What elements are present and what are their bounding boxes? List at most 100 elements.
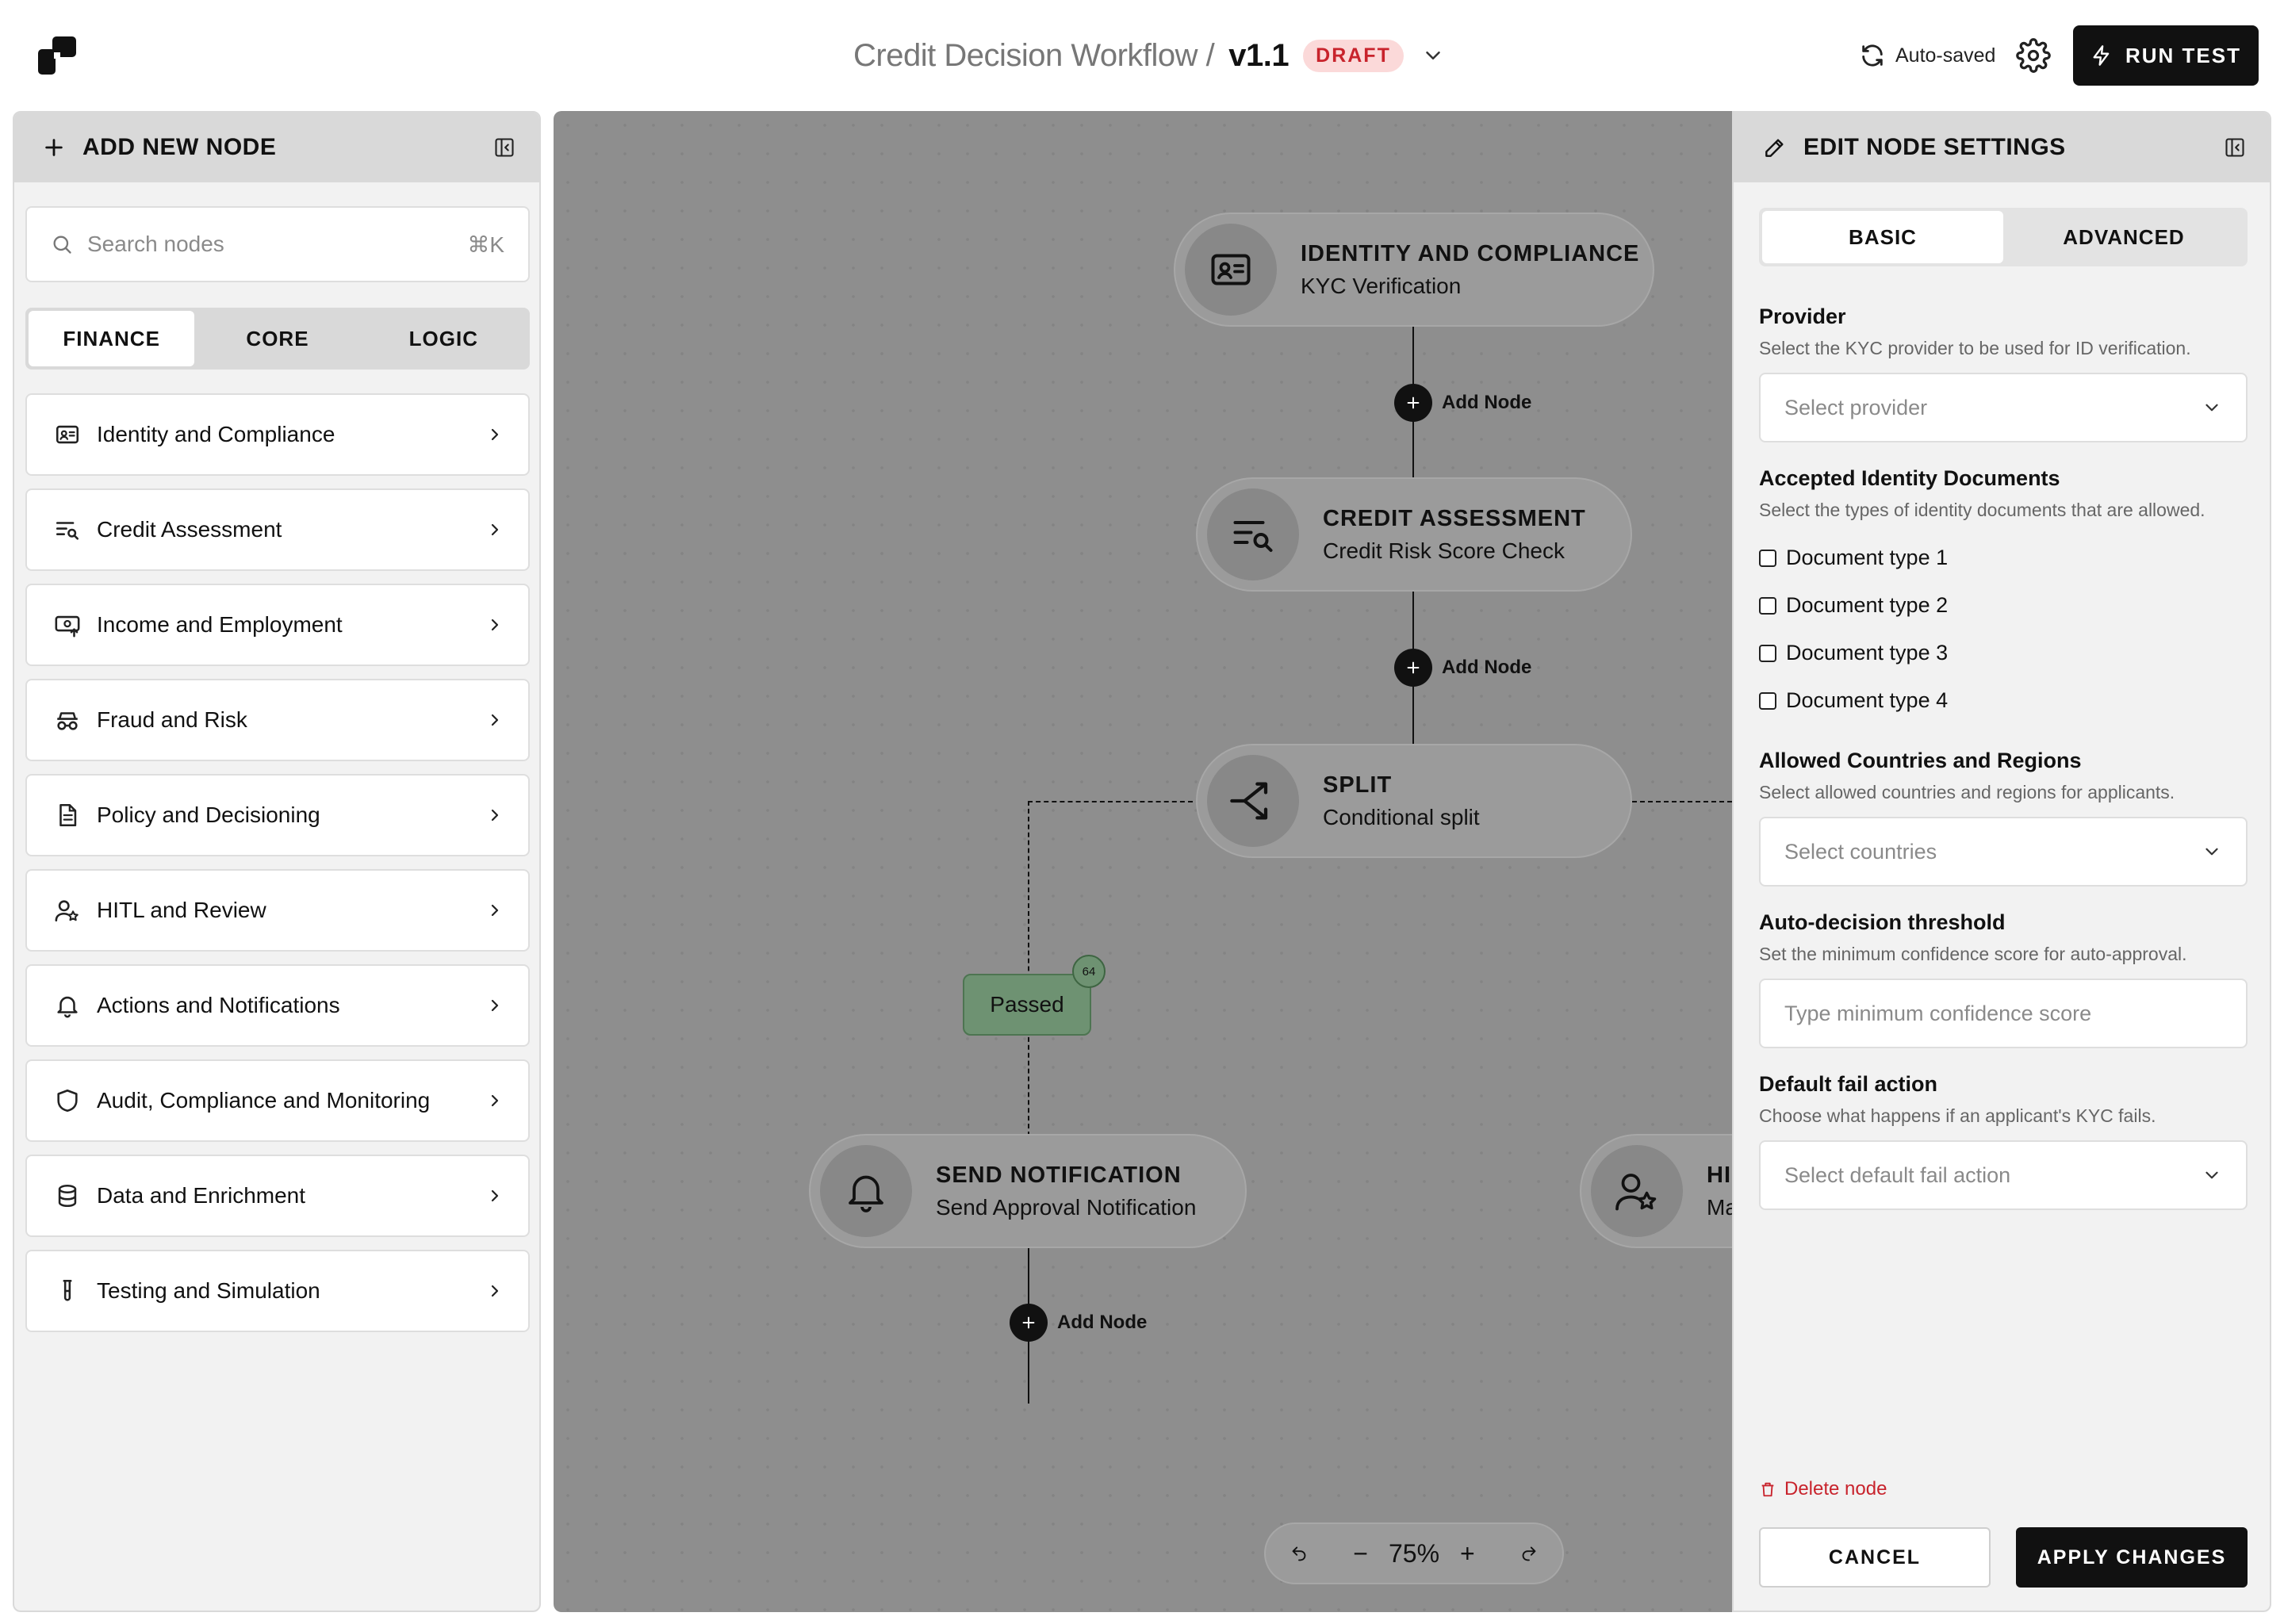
node-icon-badge: [820, 1145, 912, 1237]
search-icon: [53, 236, 71, 254]
run-test-label: RUN TEST: [2125, 43, 2241, 67]
chevron-right-icon: [491, 714, 499, 726]
test-tube-icon: [63, 1279, 72, 1301]
edit-node-header: EDIT NODE SETTINGS: [1734, 113, 2270, 182]
category-data-and-enrichment[interactable]: Data and Enrichment: [25, 1155, 530, 1237]
flow-node-credit[interactable]: CREDIT ASSESSMENT Credit Risk Score Chec…: [1196, 477, 1632, 592]
documents-label: Accepted Identity Documents: [1759, 466, 2060, 490]
chevron-down-icon: [2205, 1171, 2218, 1179]
chevron-right-icon: [491, 523, 499, 536]
pencil-icon: [1765, 139, 1784, 157]
zoom-controls: − 75% +: [1264, 1522, 1564, 1584]
node-subtitle: Send Approval Notification: [936, 1194, 1197, 1220]
category-tabs: FINANCE CORE LOGIC: [25, 308, 530, 370]
document-option[interactable]: Document type 4: [1759, 688, 1948, 713]
app-logo[interactable]: [36, 35, 78, 76]
document-option[interactable]: Document type 1: [1759, 546, 1948, 570]
flow-node-notification[interactable]: SEND NOTIFICATION Send Approval Notifica…: [809, 1134, 1247, 1248]
add-node-button[interactable]: Add Node: [1394, 649, 1531, 687]
category-testing-and-simulation[interactable]: Testing and Simulation: [25, 1250, 530, 1332]
search-placeholder: Search nodes: [87, 232, 224, 256]
provider-label: Provider: [1759, 304, 1846, 328]
search-input[interactable]: Search nodes ⌘K: [25, 206, 530, 282]
checkbox[interactable]: [1759, 596, 1776, 615]
document-option[interactable]: Document type 2: [1759, 593, 1948, 618]
provider-help: Select the KYC provider to be used for I…: [1759, 338, 2191, 358]
checkbox-label: Document type 4: [1786, 688, 1949, 712]
provider-placeholder: Select provider: [1784, 395, 1928, 419]
flow-node-hitl[interactable]: HI Ma: [1580, 1134, 1732, 1248]
category-hitl-and-review[interactable]: HITL and Review: [25, 869, 530, 952]
provider-select[interactable]: Select provider: [1759, 373, 2248, 442]
autosave-label: Auto-saved: [1895, 44, 1996, 67]
bell-icon: [57, 996, 78, 1018]
refresh-icon: [1862, 44, 1883, 67]
tab-basic[interactable]: BASIC: [1762, 211, 2003, 263]
checkbox-label: Document type 1: [1786, 546, 1949, 569]
workflow-title[interactable]: Credit Decision Workflow / v1.1 DRAFT: [853, 35, 1445, 76]
chevron-right-icon: [491, 999, 499, 1012]
category-income-and-employment[interactable]: Income and Employment: [25, 584, 530, 666]
collapse-panel-icon[interactable]: [493, 136, 515, 159]
chevron-right-icon: [491, 1094, 499, 1107]
apply-changes-button[interactable]: APPLY CHANGES: [2016, 1527, 2248, 1588]
category-actions-and-notifications[interactable]: Actions and Notifications: [25, 964, 530, 1047]
fail-action-help: Choose what happens if an applicant's KY…: [1759, 1105, 2156, 1126]
zoom-in-button[interactable]: +: [1460, 1541, 1475, 1566]
node-subtitle: KYC Verification: [1301, 273, 1462, 298]
category-label: Credit Assessment: [97, 517, 282, 542]
chevron-down-icon: [2205, 404, 2218, 412]
category-policy-and-decisioning[interactable]: Policy and Decisioning: [25, 774, 530, 856]
trash-icon: [1761, 1482, 1774, 1497]
document-option[interactable]: Document type 3: [1759, 641, 1948, 665]
branch-line-right: [1632, 801, 1732, 802]
undo-icon[interactable]: [1288, 1542, 1310, 1565]
category-credit-assessment[interactable]: Credit Assessment: [25, 488, 530, 571]
countries-help: Select allowed countries and regions for…: [1759, 782, 2175, 802]
threshold-input[interactable]: Type minimum confidence score: [1759, 979, 2248, 1048]
node-title: SPLIT: [1323, 772, 1393, 798]
redo-icon[interactable]: [1518, 1542, 1540, 1565]
flow-node-split[interactable]: SPLIT Conditional split: [1196, 744, 1632, 858]
spy-icon: [57, 712, 78, 730]
chevron-down-icon: [2205, 848, 2218, 856]
flow-node-identity[interactable]: IDENTITY AND COMPLIANCE KYC Verification: [1174, 213, 1654, 327]
workflow-canvas[interactable]: IDENTITY AND COMPLIANCE KYC Verification…: [554, 111, 1732, 1612]
node-icon-badge: [1207, 488, 1299, 580]
category-fraud-and-risk[interactable]: Fraud and Risk: [25, 679, 530, 761]
zoom-out-button[interactable]: −: [1353, 1541, 1368, 1566]
node-icon-badge: [1185, 224, 1277, 316]
add-node-button[interactable]: Add Node: [1394, 384, 1531, 422]
chevron-right-icon: [491, 1285, 499, 1297]
add-node-label: Add Node: [1442, 392, 1532, 413]
list-search-icon: [56, 522, 79, 540]
checkbox[interactable]: [1759, 549, 1776, 567]
fail-action-select[interactable]: Select default fail action: [1759, 1140, 2248, 1210]
tab-advanced[interactable]: ADVANCED: [2003, 211, 2244, 263]
threshold-placeholder: Type minimum confidence score: [1784, 1001, 2092, 1025]
node-title: CREDIT ASSESSMENT: [1323, 505, 1586, 531]
countries-select[interactable]: Select countries: [1759, 817, 2248, 887]
node-title: HI: [1707, 1162, 1731, 1188]
gear-icon[interactable]: [2016, 38, 2051, 73]
run-test-button[interactable]: RUN TEST: [2073, 25, 2259, 86]
category-label: Actions and Notifications: [97, 993, 340, 1017]
branch-label-passed[interactable]: Passed: [963, 974, 1091, 1036]
plus-icon: [1394, 649, 1432, 687]
delete-node-button[interactable]: Delete node: [1759, 1478, 1887, 1500]
workflow-name: Credit Decision Workflow /: [853, 37, 1215, 73]
category-label: HITL and Review: [97, 898, 266, 922]
add-node-button[interactable]: Add Node: [1010, 1304, 1147, 1342]
category-identity-and-compliance[interactable]: Identity and Compliance: [25, 393, 530, 476]
split-arrow-icon: [1230, 782, 1268, 820]
checkbox[interactable]: [1759, 644, 1776, 662]
collapse-panel-icon[interactable]: [2224, 136, 2246, 159]
tab-finance[interactable]: FINANCE: [29, 311, 195, 366]
checkbox[interactable]: [1759, 691, 1776, 710]
chevron-down-icon[interactable]: [1421, 44, 1445, 67]
cancel-button[interactable]: CANCEL: [1759, 1527, 1991, 1588]
tab-logic[interactable]: LOGIC: [361, 311, 527, 366]
tab-core[interactable]: CORE: [194, 311, 360, 366]
category-audit-compliance-monitoring[interactable]: Audit, Compliance and Monitoring: [25, 1059, 530, 1142]
threshold-help: Set the minimum confidence score for aut…: [1759, 944, 2187, 964]
